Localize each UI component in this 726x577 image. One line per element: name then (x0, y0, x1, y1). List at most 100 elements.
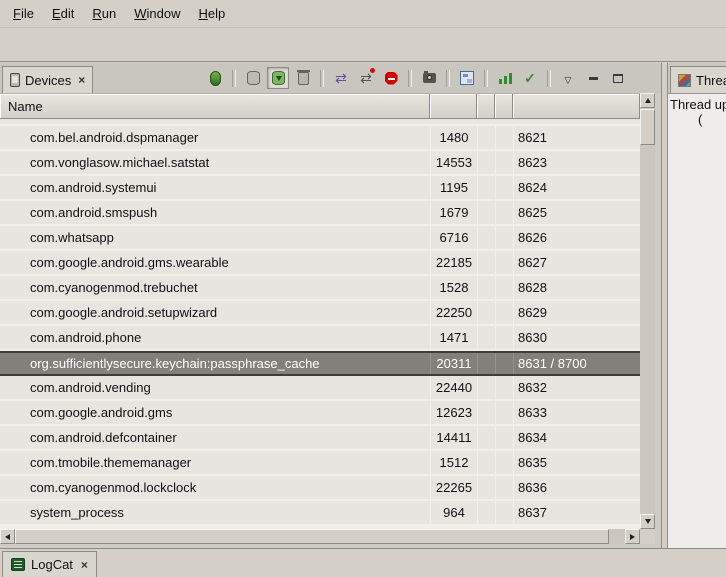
process-row[interactable]: com.android.defcontainer144118634 (0, 426, 640, 449)
process-row[interactable]: com.android.phone1471 8630 (0, 326, 640, 349)
process-pid: 1528 (430, 276, 477, 299)
horizontal-scroll-thumb[interactable] (15, 529, 609, 544)
process-port: 8628 (513, 276, 640, 299)
process-row[interactable]: com.cyanogenmod.trebuchet15288628 (0, 276, 640, 299)
process-pid: 1480 (430, 126, 477, 149)
toolbar-separator (446, 70, 450, 87)
process-row[interactable]: com.cyanogenmod.lockclock222658636 (0, 476, 640, 499)
process-pid: 22250 (430, 301, 477, 324)
method-profiling-icon (360, 71, 372, 86)
tab-devices[interactable]: Devices × (2, 66, 93, 93)
process-row[interactable]: com.vonglasow.michael.satstat145538623 (0, 151, 640, 174)
chart-button[interactable] (519, 67, 541, 89)
minimize-button[interactable] (582, 67, 604, 89)
process-port: 8629 (513, 301, 640, 324)
process-row[interactable]: com.google.android.gms.wearable221858627 (0, 251, 640, 274)
update-threads-button[interactable] (330, 67, 352, 89)
empty-cell (477, 176, 495, 199)
column-header-col4[interactable] (513, 94, 640, 119)
column-header-name[interactable]: Name (0, 94, 430, 119)
threads-message-line2: ( (670, 112, 724, 127)
menu-run[interactable]: Run (83, 2, 125, 25)
empty-cell (477, 276, 495, 299)
empty-cell (477, 151, 495, 174)
toolbar-separator (484, 70, 488, 87)
process-port: 8634 (513, 426, 640, 449)
process-row[interactable]: com.google.android.setupwizard22250 8629 (0, 301, 640, 324)
empty-cell (477, 326, 495, 349)
process-row[interactable]: com.android.vending224408632 (0, 376, 640, 399)
tab-threads[interactable]: Threads (670, 66, 726, 93)
process-row[interactable]: com.google.android.gms126238633 (0, 401, 640, 424)
horizontal-scrollbar[interactable] (0, 529, 640, 544)
process-port: 8623 (513, 151, 640, 174)
scroll-down-icon[interactable] (640, 514, 655, 529)
process-row[interactable]: org.sufficientlysecure.keychain:passphra… (0, 351, 640, 376)
debug-process-button[interactable] (204, 67, 226, 89)
vertical-scrollbar[interactable] (640, 93, 655, 529)
tab-logcat[interactable]: LogCat × (2, 551, 97, 577)
menu-file[interactable]: File (4, 2, 43, 25)
empty-cell (495, 353, 513, 374)
process-row[interactable]: com.bel.android.dspmanager14808621 (0, 126, 640, 149)
empty-cell (477, 251, 495, 274)
vertical-scroll-thumb[interactable] (640, 109, 655, 145)
process-pid: 22440 (430, 376, 477, 399)
close-icon[interactable]: × (78, 73, 85, 87)
process-pid: 1679 (430, 201, 477, 224)
menu-edit[interactable]: Edit (43, 2, 83, 25)
tab-devices-label: Devices (25, 73, 71, 88)
process-pid: 22185 (430, 251, 477, 274)
view-hierarchy-button[interactable] (456, 67, 478, 89)
process-port: 8630 (513, 326, 640, 349)
process-row[interactable]: com.android.systemui11958624 (0, 176, 640, 199)
stop-process-button[interactable] (380, 67, 402, 89)
process-row[interactable]: system_process9648637 (0, 501, 640, 524)
process-name: system_process (0, 501, 430, 524)
close-icon[interactable]: × (81, 558, 88, 572)
process-pid: 12623 (430, 401, 477, 424)
screen-capture-button[interactable] (418, 67, 440, 89)
threads-icon (678, 74, 691, 87)
process-row[interactable]: com.whatsapp67168626 (0, 226, 640, 249)
toolbar-separator (408, 70, 412, 87)
process-name: com.vonglasow.michael.satstat (0, 151, 430, 174)
process-name: com.android.phone (0, 326, 430, 349)
column-header-col2[interactable] (477, 94, 495, 119)
sysinfo-button[interactable] (494, 67, 516, 89)
column-header-col3[interactable] (495, 94, 513, 119)
maximize-icon (613, 74, 623, 83)
empty-cell (495, 426, 513, 449)
dump-hprof-button[interactable] (267, 67, 289, 89)
update-heap-button[interactable] (242, 67, 264, 89)
process-pid: 1195 (430, 176, 477, 199)
column-header-col1[interactable] (430, 94, 477, 119)
empty-cell (477, 426, 495, 449)
device-icon (10, 73, 20, 87)
scroll-up-icon[interactable] (640, 93, 655, 108)
process-pid: 6716 (430, 226, 477, 249)
bottom-bar: LogCat × (0, 548, 726, 577)
process-row[interactable]: com.android.smspush16798625 (0, 201, 640, 224)
process-pid: 1471 (430, 326, 477, 349)
scroll-left-icon[interactable] (0, 529, 15, 544)
method-profiling-button[interactable] (355, 67, 377, 89)
maximize-button[interactable] (607, 67, 629, 89)
process-name: com.google.android.setupwizard (0, 301, 430, 324)
minimize-icon (589, 77, 598, 80)
menubar: FileEditRunWindowHelp (0, 0, 726, 28)
devices-panel: Devices × Name com.bel.android.dspmanage… (0, 63, 662, 548)
dump-hprof-icon (272, 71, 285, 85)
toolbar-separator (547, 70, 551, 87)
menu-window[interactable]: Window (125, 2, 189, 25)
cause-gc-button[interactable] (292, 67, 314, 89)
scroll-right-icon[interactable] (625, 529, 640, 544)
update-heap-icon (247, 71, 260, 85)
process-row[interactable]: com.tmobile.thememanager15128635 (0, 451, 640, 474)
menu-help[interactable]: Help (189, 2, 234, 25)
sysinfo-icon (499, 72, 512, 84)
partial-row (0, 119, 640, 124)
empty-cell (477, 353, 495, 374)
threads-tabbar: Threads (668, 63, 726, 93)
view-menu-button[interactable] (557, 67, 579, 89)
